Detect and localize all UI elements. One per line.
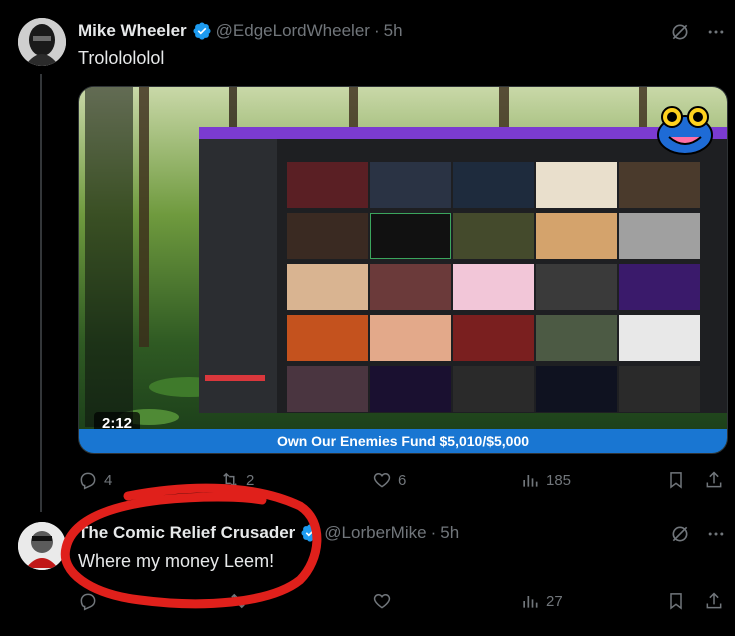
participant-sidebar xyxy=(85,87,133,427)
verified-badge-icon xyxy=(300,523,320,543)
share-icon xyxy=(706,471,722,488)
verified-badge-icon xyxy=(192,21,212,41)
reply-icon xyxy=(80,472,96,490)
author-name[interactable]: The Comic Relief Crusader xyxy=(78,523,295,543)
author-handle[interactable]: @EdgeLordWheeler xyxy=(216,21,370,41)
repost-count: 2 xyxy=(246,471,255,489)
video-tile xyxy=(536,315,617,361)
tweet-header: The Comic Relief Crusader @LorberMike · … xyxy=(78,523,459,543)
tweet-text: Where my money Leem! xyxy=(78,551,275,571)
video-tile xyxy=(370,213,451,259)
views-icon xyxy=(523,596,538,608)
video-tile xyxy=(453,264,534,310)
thread-connector-line xyxy=(40,74,42,512)
video-tile xyxy=(287,213,368,259)
author-handle[interactable]: @LorberMike xyxy=(324,523,426,543)
video-tile xyxy=(287,315,368,361)
fund-banner-text: Own Our Enemies Fund $5,010/$5,000 xyxy=(276,433,530,449)
grok-icon[interactable] xyxy=(670,524,690,549)
bookmark-icon xyxy=(670,593,682,610)
views-count: 185 xyxy=(546,471,572,489)
reply-button[interactable]: 4 xyxy=(78,470,112,490)
like-count: 6 xyxy=(398,471,407,489)
like-icon xyxy=(373,472,391,488)
bookmark-button[interactable] xyxy=(666,591,686,611)
tweet-top-actions xyxy=(670,524,726,549)
avatar[interactable] xyxy=(18,522,66,570)
video-tile xyxy=(536,213,617,259)
like-button[interactable]: 6 xyxy=(372,470,406,490)
video-tile xyxy=(287,264,368,310)
share-button[interactable] xyxy=(704,591,724,611)
views-button[interactable]: 185 xyxy=(520,470,571,490)
video-tile xyxy=(453,366,534,412)
video-player[interactable]: 2:12 Own Our Enemies Fund $5,010/$5,000 xyxy=(78,86,728,454)
separator-dot: · xyxy=(430,523,437,542)
timestamp[interactable]: 5h xyxy=(440,523,459,543)
video-tile xyxy=(619,213,700,259)
video-tile xyxy=(536,264,617,310)
reply-icon xyxy=(80,593,96,611)
video-tile xyxy=(453,162,534,208)
video-tile xyxy=(619,366,700,412)
repost-button[interactable]: 2 xyxy=(220,470,254,490)
tweet-actions: 27 xyxy=(78,591,728,615)
bookmark-icon xyxy=(670,472,682,489)
video-tile xyxy=(287,162,368,208)
tweet-text: Trololololol xyxy=(78,48,165,68)
reply-button[interactable] xyxy=(78,591,98,611)
video-tile xyxy=(536,366,617,412)
tweet-actions: 4 2 6 185 xyxy=(78,470,728,494)
fund-banner: Own Our Enemies Fund $5,010/$5,000 xyxy=(79,429,727,453)
views-count: 27 xyxy=(546,592,563,610)
video-tile xyxy=(453,213,534,259)
share-button[interactable] xyxy=(704,470,724,490)
more-icon[interactable] xyxy=(706,22,726,47)
views-button[interactable]: 27 xyxy=(520,591,563,611)
video-tile xyxy=(287,366,368,412)
like-icon xyxy=(373,593,391,609)
video-tile xyxy=(619,264,700,310)
repost-icon xyxy=(231,593,245,609)
video-tile xyxy=(370,162,451,208)
video-tile xyxy=(619,315,700,361)
avatar[interactable] xyxy=(18,18,66,66)
author-name[interactable]: Mike Wheeler xyxy=(78,21,187,41)
tweet-header: Mike Wheeler @EdgeLordWheeler · 5h xyxy=(78,21,403,41)
reply-count: 4 xyxy=(104,471,113,489)
video-tile xyxy=(453,315,534,361)
bookmark-button[interactable] xyxy=(666,470,686,490)
timestamp[interactable]: 5h xyxy=(384,21,403,41)
video-tile xyxy=(619,162,700,208)
views-icon xyxy=(523,475,538,487)
frog-mascot-icon xyxy=(657,103,713,155)
repost-button[interactable] xyxy=(228,591,248,611)
like-button[interactable] xyxy=(372,591,392,611)
repost-icon xyxy=(223,472,237,488)
video-tile xyxy=(536,162,617,208)
more-icon[interactable] xyxy=(706,524,726,549)
separator-dot: · xyxy=(373,21,380,40)
tweet-top-actions xyxy=(670,22,726,47)
video-tile xyxy=(370,315,451,361)
share-icon xyxy=(706,592,722,609)
video-tile xyxy=(370,264,451,310)
video-tile xyxy=(370,366,451,412)
grok-icon[interactable] xyxy=(670,22,690,47)
